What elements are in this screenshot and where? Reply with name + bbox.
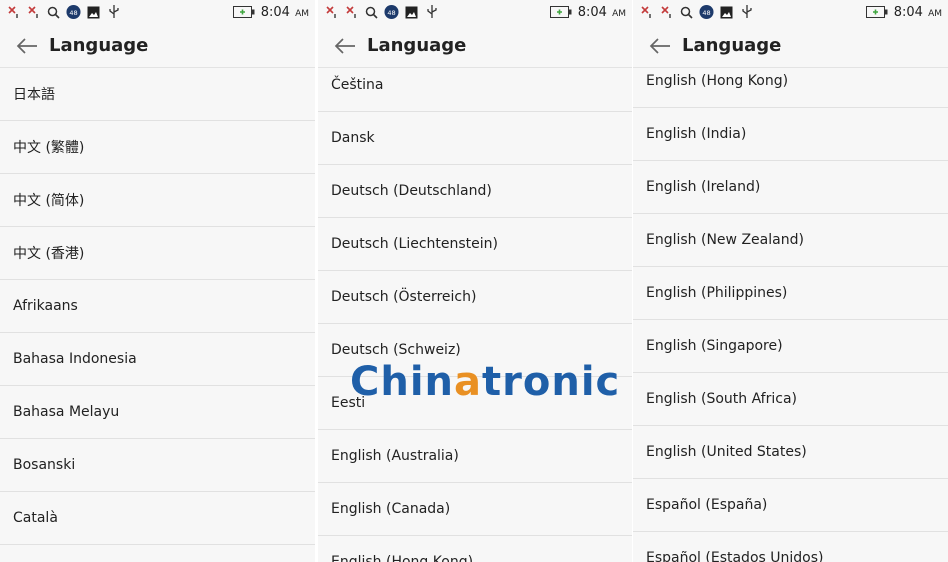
no-signal-sim1-icon [639,5,654,20]
no-signal-sim2-icon [659,5,674,20]
badge-count: 48 [69,9,77,17]
language-item[interactable]: English (New Zealand) [633,214,948,267]
battery-charging-icon [232,5,255,20]
screens: 48 8:04 AM Language 日本語 中文 (繁體) 中文 (简体) … [0,0,948,562]
language-item[interactable]: 中文 (繁體) [0,121,315,174]
clock-time: 8:04 [577,4,607,20]
search-icon [46,5,61,20]
status-icons: 48 [6,2,121,22]
language-item[interactable]: Bahasa Indonesia [0,333,315,386]
language-item[interactable]: English (Ireland) [633,161,948,214]
back-arrow-icon[interactable] [648,34,672,58]
back-arrow-icon[interactable] [15,34,39,58]
no-signal-sim1-icon [324,5,339,20]
language-item[interactable]: English (Canada) [318,483,632,536]
battery-charging-icon [549,5,572,20]
status-right: 8:04 AM [549,2,626,22]
status-icons: 48 [324,2,439,22]
language-list[interactable]: Čeština Dansk Deutsch (Deutschland) Deut… [318,68,632,562]
language-item[interactable]: English (Philippines) [633,267,948,320]
usb-icon [739,5,754,20]
language-item[interactable]: English (Singapore) [633,320,948,373]
image-icon [719,5,734,20]
badge-count: 48 [702,9,710,17]
language-item[interactable]: English (Australia) [318,430,632,483]
phone-screen: 48 8:04 AM Language English (Hong Kong) … [633,0,948,562]
language-item[interactable]: Deutsch (Liechtenstein) [318,218,632,271]
clock: 8:04 AM [261,5,309,20]
language-list[interactable]: English (Hong Kong) English (India) Engl… [633,68,948,562]
language-item[interactable]: English (Hong Kong) [318,536,632,562]
status-right: 8:04 AM [232,2,309,22]
usb-icon [106,5,121,20]
watermark-part: a [454,359,483,405]
header: Language [318,24,632,68]
search-icon [679,5,694,20]
language-item[interactable]: Dansk [318,112,632,165]
badge-count: 48 [387,9,395,17]
clock-ampm: AM [928,8,942,19]
status-right: 8:04 AM [865,2,942,22]
page-title: Language [367,35,467,56]
watermark-part: Chin [350,359,455,405]
header: Language [0,24,315,68]
notification-badge-icon: 48 [699,4,714,20]
page-title: Language [49,35,149,56]
image-icon [86,5,101,20]
page-title: Language [682,35,782,56]
clock-time: 8:04 [893,4,923,20]
language-item[interactable]: Čeština [318,68,632,112]
status-bar: 48 8:04 AM [0,0,315,24]
language-item[interactable]: 中文 (简体) [0,174,315,227]
clock-ampm: AM [612,8,626,19]
watermark-part: tronic [482,359,621,405]
phone-screen: 48 8:04 AM Language 日本語 中文 (繁體) 中文 (简体) … [0,0,315,562]
status-bar: 48 8:04 AM [318,0,632,24]
language-list[interactable]: 日本語 中文 (繁體) 中文 (简体) 中文 (香港) Afrikaans Ba… [0,68,315,562]
language-item[interactable]: English (India) [633,108,948,161]
no-signal-sim2-icon [26,5,41,20]
language-item[interactable]: Español (España) [633,479,948,532]
image-icon [404,5,419,20]
phone-screen: 48 8:04 AM Language Čeština Dansk Deutsc… [318,0,632,562]
status-icons: 48 [639,2,754,22]
search-icon [364,5,379,20]
no-signal-sim1-icon [6,5,21,20]
clock: 8:04 AM [894,5,942,20]
language-item[interactable]: Català [0,492,315,545]
battery-charging-icon [865,5,888,20]
notification-badge-icon: 48 [66,4,81,20]
language-item[interactable]: Deutsch (Österreich) [318,271,632,324]
back-arrow-icon[interactable] [333,34,357,58]
clock-ampm: AM [295,8,309,19]
language-item[interactable]: Afrikaans [0,280,315,333]
language-item[interactable]: English (Hong Kong) [633,68,948,108]
language-item[interactable]: 中文 (香港) [0,227,315,280]
clock-time: 8:04 [260,4,290,20]
language-item[interactable]: Español (Estados Unidos) [633,532,948,562]
language-item[interactable]: English (United States) [633,426,948,479]
language-item[interactable]: English (South Africa) [633,373,948,426]
notification-badge-icon: 48 [384,4,399,20]
header: Language [633,24,948,68]
language-item[interactable]: Bahasa Melayu [0,386,315,439]
chinatronic-watermark: Chinatronic [350,360,620,404]
language-item[interactable]: Deutsch (Deutschland) [318,165,632,218]
status-bar: 48 8:04 AM [633,0,948,24]
clock: 8:04 AM [578,5,626,20]
usb-icon [424,5,439,20]
language-item[interactable]: 日本語 [0,68,315,121]
no-signal-sim2-icon [344,5,359,20]
language-item[interactable]: Bosanski [0,439,315,492]
